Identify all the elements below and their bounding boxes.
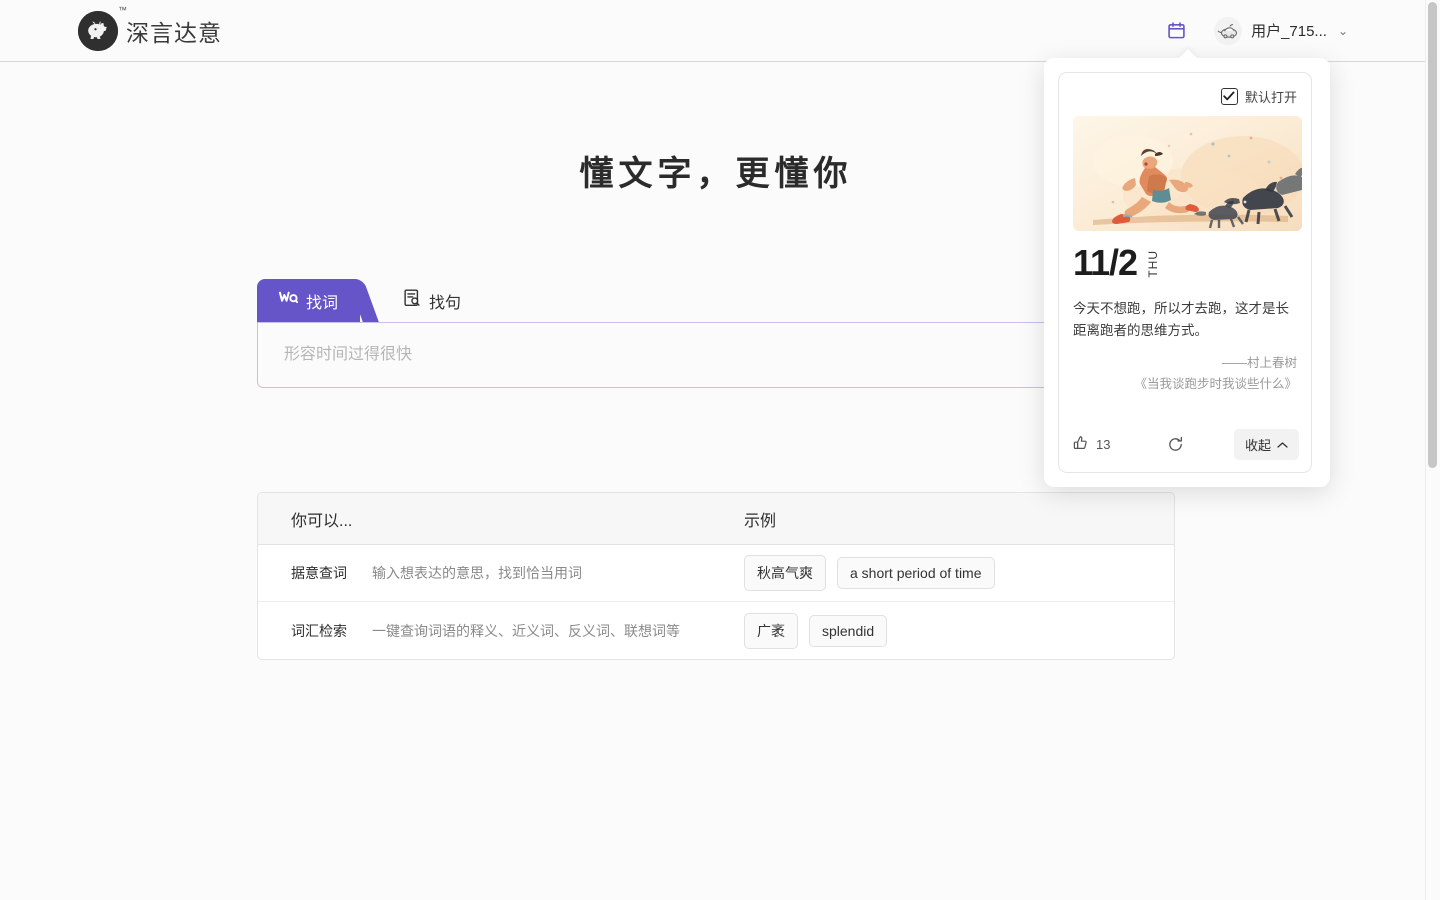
scrollbar-thumb[interactable] xyxy=(1428,2,1437,468)
chevron-down-icon: ⌄ xyxy=(1338,24,1348,38)
brand-name: 深言达意 xyxy=(126,14,222,48)
daily-date: 11/2 xyxy=(1073,245,1137,281)
example-chip[interactable]: 秋高气爽 xyxy=(744,555,826,591)
chevron-up-icon xyxy=(1277,437,1288,452)
tab-find-word-label: 找词 xyxy=(306,289,338,313)
rhino-logo-icon xyxy=(78,11,118,51)
tab-find-sentence-label: 找句 xyxy=(429,289,461,313)
table-row: 词汇检索 一键查询词语的释义、近义词、反义词、联想词等 广袤 splendid xyxy=(258,602,1174,659)
default-open-label: 默认打开 xyxy=(1245,87,1297,106)
user-name-label: 用户_715... xyxy=(1251,20,1327,41)
calendar-icon[interactable] xyxy=(1158,13,1194,49)
app-header: ™ 深言达意 用户_7 xyxy=(0,0,1432,62)
search-panel: 找词 找句 xyxy=(257,279,1175,388)
table-header-right: 示例 xyxy=(744,507,1174,531)
capabilities-table: 你可以... 示例 据意查词 输入想表达的意思，找到恰当用词 秋高气爽 a sh… xyxy=(257,492,1175,660)
daily-card: 默认打开 xyxy=(1058,72,1312,473)
collapse-button[interactable]: 收起 xyxy=(1234,429,1299,460)
row-examples: 秋高气爽 a short period of time xyxy=(744,555,1174,591)
refresh-icon xyxy=(1167,436,1184,453)
brand-logo[interactable]: ™ 深言达意 xyxy=(78,11,222,51)
tab-shape xyxy=(347,279,379,322)
search-tabs: 找词 找句 xyxy=(257,279,1175,322)
row-examples: 广袤 splendid xyxy=(744,613,1174,649)
header-actions: 用户_715... ⌄ xyxy=(1158,13,1348,49)
quote-source: 《当我谈跑步时我谈些什么》 xyxy=(1073,374,1297,396)
row-name: 词汇检索 xyxy=(258,621,368,641)
trademark-mark: ™ xyxy=(118,5,127,15)
example-chip[interactable]: splendid xyxy=(809,615,887,647)
example-chip[interactable]: 广袤 xyxy=(744,613,798,649)
user-avatar-icon xyxy=(1214,17,1242,45)
row-name: 据意查词 xyxy=(258,563,368,583)
search-box[interactable] xyxy=(257,322,1175,388)
table-row: 据意查词 输入想表达的意思，找到恰当用词 秋高气爽 a short period… xyxy=(258,545,1174,602)
daily-quote-text: 今天不想跑，所以才去跑，这才是长距离跑者的思维方式。 xyxy=(1073,298,1297,343)
sentence-search-icon xyxy=(404,289,421,312)
default-open-toggle[interactable]: 默认打开 xyxy=(1073,85,1297,107)
table-header-left: 你可以... xyxy=(258,507,368,531)
thumbs-up-icon xyxy=(1073,435,1089,454)
daily-quote-popup: 默认打开 xyxy=(1044,58,1330,487)
quote-author: ——村上春树 xyxy=(1073,353,1297,375)
tab-find-word[interactable]: 找词 xyxy=(257,279,360,322)
check-icon xyxy=(1223,91,1235,101)
daily-card-footer: 13 收起 xyxy=(1073,429,1299,460)
example-chip[interactable]: a short period of time xyxy=(837,557,995,589)
collapse-label: 收起 xyxy=(1245,435,1271,454)
search-input[interactable] xyxy=(282,345,1150,365)
daily-illustration xyxy=(1073,116,1302,231)
like-count: 13 xyxy=(1096,437,1110,452)
daily-date-row: 11/2 THU xyxy=(1073,245,1297,281)
page-scrollbar[interactable] xyxy=(1425,0,1440,900)
daily-weekday: THU xyxy=(1146,250,1160,278)
row-description: 一键查询词语的释义、近义词、反义词、联想词等 xyxy=(368,621,744,641)
word-search-icon xyxy=(279,290,298,311)
default-open-checkbox[interactable] xyxy=(1221,88,1238,105)
tab-find-sentence[interactable]: 找句 xyxy=(382,279,483,322)
table-header-row: 你可以... 示例 xyxy=(258,493,1174,545)
user-menu[interactable]: 用户_715... ⌄ xyxy=(1214,17,1348,45)
row-description: 输入想表达的意思，找到恰当用词 xyxy=(368,563,744,583)
popup-arrow xyxy=(1178,49,1198,59)
refresh-button[interactable] xyxy=(1167,436,1184,453)
like-button[interactable]: 13 xyxy=(1073,435,1110,454)
